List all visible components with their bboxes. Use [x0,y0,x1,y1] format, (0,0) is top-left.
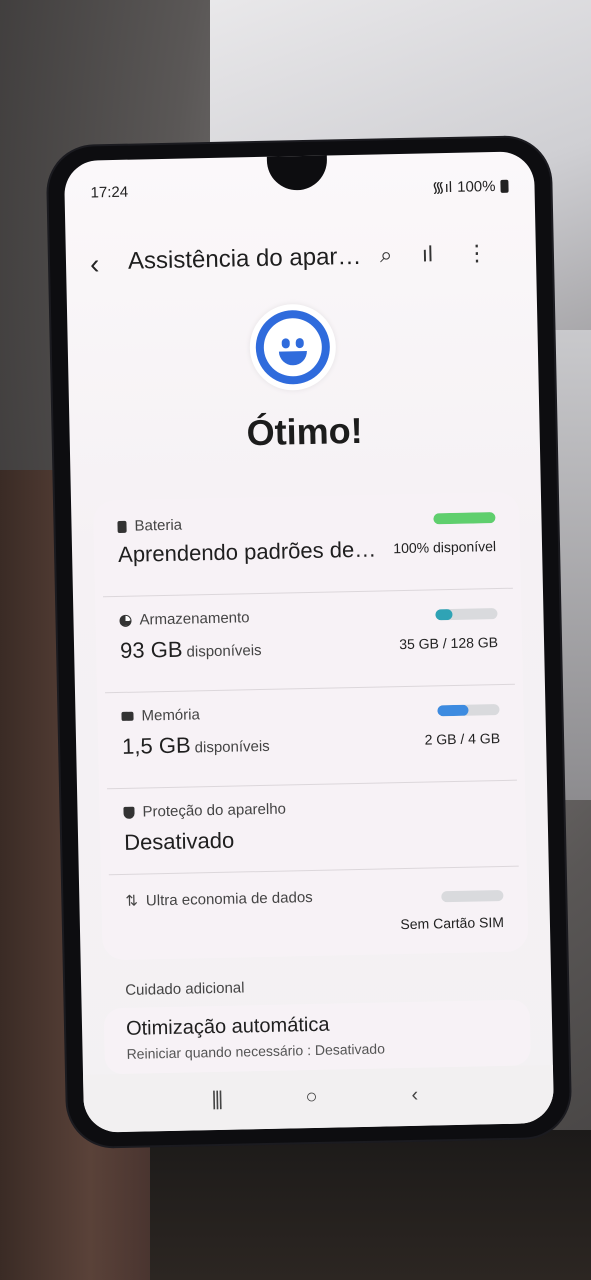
navigation-bar: ||| ○ ‹ [83,1064,555,1133]
search-icon[interactable]: ⌕ [380,242,393,268]
battery-value: Aprendendo padrões de uso [117,536,379,567]
storage-label: Armazenamento [139,609,250,629]
section-header: Cuidado adicional [125,979,245,999]
app-header: ‹ Assistência do aparelho ⌕ ıl ⋮ [66,233,537,283]
phone-body: 17:24 ᯾ıl 100% ‹ Assistência do aparelho… [47,136,571,1148]
memory-label: Memória [141,706,201,725]
status-right: ᯾ıl 100% [432,176,509,198]
protection-row[interactable]: Proteção do aparelho Desativado [123,796,502,864]
protection-label: Proteção do aparelho [142,800,287,821]
divider [108,865,519,876]
nav-back-button[interactable]: ‹ [411,1084,418,1107]
data-saver-toggle[interactable] [441,889,504,903]
auto-optimization-card[interactable]: Otimização automática Reiniciar quando n… [103,999,531,1075]
back-button[interactable]: ‹ [90,248,100,280]
battery-small-icon [117,520,127,533]
memory-value: 1,5 GB [121,732,191,759]
memory-bar [437,704,500,717]
battery-icon [500,179,509,193]
storage-icon [119,614,132,627]
storage-value: 93 GB [119,636,183,663]
battery-percent: 100% [456,177,496,196]
overall-status: Ótimo! [246,409,363,454]
phone-screen: 17:24 ᯾ıl 100% ‹ Assistência do aparelho… [63,151,555,1133]
signal-icon: ᯾ıl [431,178,453,197]
shield-icon [123,806,135,819]
divider [102,587,513,598]
home-button[interactable]: ○ [305,1086,318,1109]
battery-bar [433,512,496,525]
data-saver-icon: ⇅ [125,892,139,910]
auto-optimization-title: Otimização automática [125,1013,330,1040]
battery-row[interactable]: Bateria Aprendendo padrões de uso 100% d… [117,510,496,588]
memory-usage: 2 GB / 4 GB [424,730,501,748]
more-options-icon[interactable]: ⋮ [466,240,489,266]
device-care-card: Bateria Aprendendo padrões de uso 100% d… [92,491,529,961]
stats-icon[interactable]: ıl [422,241,434,267]
protection-value: Desativado [123,827,235,855]
storage-row[interactable]: Armazenamento 93 GB disponíveis 35 GB / 1… [119,604,498,682]
storage-unit: disponíveis [186,641,262,661]
page-title: Assistência do aparelho [127,242,364,275]
divider [107,779,517,790]
memory-row[interactable]: Memória 1,5 GB disponíveis 2 GB / 4 GB [121,700,500,778]
recents-button[interactable]: ||| [211,1088,221,1111]
divider [105,683,515,694]
battery-label: Bateria [134,516,183,535]
auto-optimization-subtitle: Reiniciar quando necessário : Desativado [126,1040,386,1062]
memory-icon [121,711,134,721]
memory-unit: disponíveis [194,737,270,757]
data-saver-row[interactable]: ⇅ Ultra economia de dados Sem Cartão SIM [125,884,504,948]
smiley-status-icon [248,303,337,392]
storage-usage: 35 GB / 128 GB [399,634,499,653]
status-bar: 17:24 ᯾ıl 100% [90,176,509,205]
storage-bar [435,608,498,621]
battery-available: 100% disponível [393,538,497,557]
status-time: 17:24 [90,183,129,202]
data-saver-label: Ultra economia de dados [145,888,313,909]
data-saver-status: Sem Cartão SIM [400,913,505,933]
